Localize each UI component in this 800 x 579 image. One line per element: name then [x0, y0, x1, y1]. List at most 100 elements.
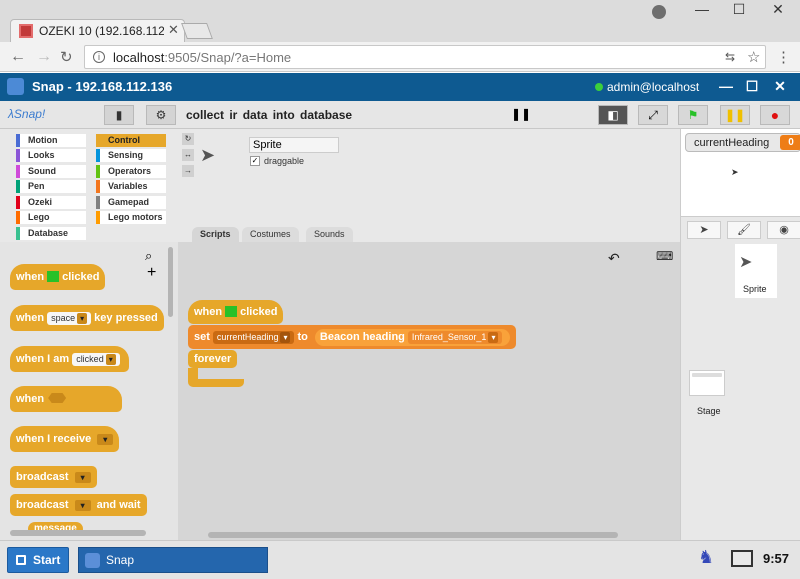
- reload-icon[interactable]: ↻: [60, 48, 73, 66]
- add-turtle-sprite-icon[interactable]: ➤: [687, 221, 721, 239]
- search-icon[interactable]: ⌕: [145, 248, 152, 264]
- green-flag-icon: [47, 271, 60, 282]
- bookmark-star-icon[interactable]: ☆: [747, 48, 760, 66]
- block-when-condition[interactable]: when: [10, 386, 122, 412]
- settings-gear-icon[interactable]: ⚙: [146, 105, 176, 125]
- sprite-arrow-icon: ➤: [739, 254, 753, 271]
- file-menu-button[interactable]: ▮: [104, 105, 134, 125]
- dropdown-arrow-icon: ▾: [97, 434, 114, 445]
- app-titlebar: Snap - 192.168.112.136 admin@localhost —…: [0, 73, 800, 101]
- category-gamepad[interactable]: Gamepad: [96, 196, 166, 209]
- block-when-i-receive[interactable]: when I receive ▾: [10, 426, 120, 452]
- category-database[interactable]: Database: [16, 227, 86, 240]
- green-flag-button[interactable]: ⚑: [678, 105, 708, 125]
- tab-scripts[interactable]: Scripts: [192, 227, 239, 242]
- script-area[interactable]: ↶ ⌨ when clicked set currentHeading ▾ to Bea…: [178, 242, 680, 540]
- snap-app-icon: [85, 553, 100, 568]
- info-icon[interactable]: i: [93, 51, 105, 63]
- block-when-i-am[interactable]: when I am clicked ▾: [10, 346, 129, 372]
- keyboard-icon[interactable]: ⌨: [656, 249, 673, 263]
- snap-logo[interactable]: λSnap!: [8, 107, 45, 121]
- script-hat-when-flag-clicked[interactable]: when clicked: [188, 300, 284, 324]
- app-minimize-icon[interactable]: —: [717, 78, 735, 94]
- dropdown-arrow-icon: ▾: [105, 354, 116, 365]
- beacon-heading-reporter[interactable]: Beacon heading Infrared_Sensor_1 ▾: [314, 329, 511, 346]
- back-icon[interactable]: ←: [10, 48, 26, 66]
- stage-sprite-arrow-icon[interactable]: ➤: [731, 167, 739, 178]
- script-horizontal-scrollbar[interactable]: [208, 532, 618, 538]
- pause-button[interactable]: ❚❚: [720, 105, 750, 125]
- category-control[interactable]: Control: [96, 134, 166, 147]
- tab-costumes[interactable]: Costumes: [242, 227, 299, 242]
- forever-block-foot: [188, 379, 244, 387]
- block-when-flag-clicked[interactable]: when clicked: [10, 264, 106, 290]
- dropdown-arrow-icon: ▾: [280, 332, 291, 343]
- normal-stage-icon[interactable]: ◧: [598, 105, 628, 125]
- paint-brush-icon[interactable]: 🖌: [727, 221, 761, 239]
- variable-watcher[interactable]: currentHeading 0: [685, 133, 800, 152]
- browser-tab-strip: OZEKI 10 (192.168.112.13 ✕ — ☐ ✕: [0, 0, 800, 42]
- category-operators[interactable]: Operators: [96, 165, 166, 178]
- stage[interactable]: currentHeading 0 ➤: [680, 129, 800, 216]
- address-bar[interactable]: i localhost:9505/Snap/?a=Home ⇆ ☆: [84, 45, 766, 69]
- corral-stage-thumbnail[interactable]: [689, 370, 725, 396]
- taskbar: Start Snap ♞ 9:57: [0, 540, 800, 579]
- block-when-key-pressed[interactable]: when space ▾ key pressed: [10, 305, 164, 331]
- undo-icon[interactable]: ↶: [608, 250, 620, 267]
- robot-icon[interactable]: ♞: [698, 547, 722, 573]
- no-rotate-icon[interactable]: →: [182, 165, 194, 177]
- camera-icon[interactable]: ◉: [767, 221, 800, 239]
- category-sensing[interactable]: Sensing: [96, 149, 166, 162]
- category-ozeki[interactable]: Ozeki: [16, 196, 86, 209]
- monitor-icon[interactable]: [731, 550, 753, 567]
- rotate-icon[interactable]: ↻: [182, 133, 194, 145]
- script-set-variable[interactable]: set currentHeading ▾ to Beacon heading Infra…: [188, 325, 517, 349]
- profile-icon[interactable]: [652, 5, 666, 19]
- block-broadcast[interactable]: broadcast ▾: [10, 466, 97, 488]
- minimize-icon[interactable]: —: [692, 1, 712, 17]
- browser-toolbar: ← → ↻ i localhost:9505/Snap/?a=Home ⇆ ☆ …: [0, 42, 800, 72]
- category-lego-motors[interactable]: Lego motors: [96, 211, 166, 224]
- corral-stage-label: Stage: [697, 406, 721, 416]
- watcher-value: 0: [780, 135, 800, 150]
- logged-in-user[interactable]: admin@localhost: [607, 80, 699, 94]
- browser-menu-icon[interactable]: ⋮: [776, 48, 791, 66]
- category-sound[interactable]: Sound: [16, 165, 86, 178]
- flip-icon[interactable]: ↔: [182, 149, 194, 161]
- app-close-icon[interactable]: ✕: [771, 78, 789, 95]
- translate-icon[interactable]: ⇆: [725, 50, 735, 64]
- block-broadcast-and-wait[interactable]: broadcast ▾ and wait: [10, 494, 147, 516]
- palette-horizontal-scrollbar[interactable]: [10, 530, 146, 536]
- palette-vertical-scrollbar[interactable]: [168, 247, 173, 317]
- close-window-icon[interactable]: ✕: [768, 1, 788, 18]
- fullscreen-icon[interactable]: ⤢: [638, 105, 668, 125]
- sprite-name-field[interactable]: Sprite: [249, 137, 339, 153]
- start-button[interactable]: Start: [7, 547, 69, 573]
- category-motion[interactable]: Motion: [16, 134, 86, 147]
- stop-button[interactable]: ●: [760, 105, 790, 125]
- block-palette: ⌕ + when clicked when space ▾ key pressed wh…: [0, 242, 178, 540]
- category-looks[interactable]: Looks: [16, 149, 86, 162]
- corral-sprite-label: Sprite: [743, 284, 767, 294]
- sprite-corral: ➤ 🖌 ◉ ➤ Sprite Stage: [680, 216, 800, 540]
- watcher-label: currentHeading: [694, 137, 770, 149]
- maximize-icon[interactable]: ☐: [729, 1, 749, 18]
- tab-sounds[interactable]: Sounds: [306, 227, 353, 242]
- new-tab-button[interactable]: [181, 23, 213, 39]
- make-block-icon[interactable]: +: [147, 264, 156, 282]
- category-pen[interactable]: Pen: [16, 180, 86, 193]
- draggable-checkbox[interactable]: ✓: [250, 156, 260, 166]
- footprints-icon[interactable]: ❚❚: [506, 105, 536, 125]
- corral-sprite-item[interactable]: ➤ Sprite: [735, 244, 777, 298]
- category-lego[interactable]: Lego: [16, 211, 86, 224]
- dropdown-arrow-icon: ▾: [74, 472, 91, 483]
- thumbnail-watcher: [692, 373, 722, 377]
- forward-icon[interactable]: →: [36, 48, 52, 66]
- tab-close-icon[interactable]: ✕: [168, 22, 179, 38]
- script-forever-block[interactable]: forever: [188, 350, 238, 368]
- taskbar-snap-app[interactable]: Snap: [78, 547, 268, 573]
- dropdown-arrow-icon: ▾: [488, 332, 499, 343]
- app-maximize-icon[interactable]: ☐: [743, 78, 761, 95]
- category-variables[interactable]: Variables: [96, 180, 166, 193]
- browser-tab[interactable]: OZEKI 10 (192.168.112.13 ✕: [10, 19, 185, 42]
